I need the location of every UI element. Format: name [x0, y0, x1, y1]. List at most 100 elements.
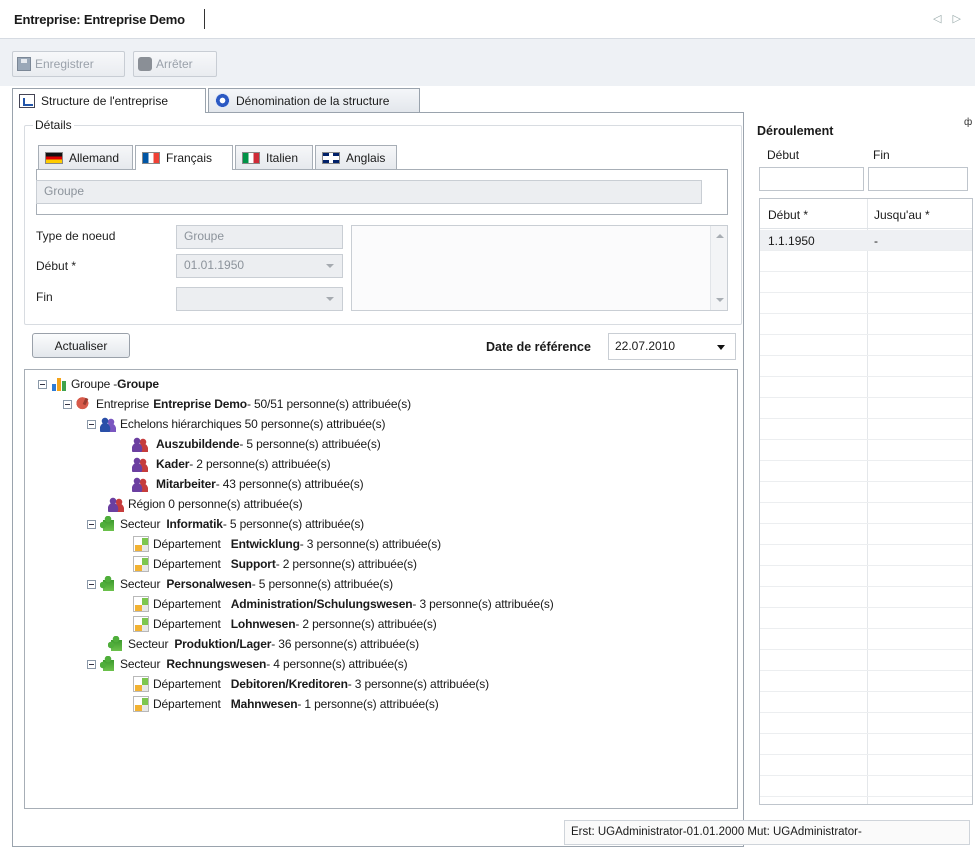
- tree-node-suffix: - 3 personne(s) attribuée(s): [347, 677, 489, 691]
- tree-node-suffix: - 5 personne(s) attribuée(s): [251, 577, 393, 591]
- table-row: [760, 251, 972, 272]
- tree-node[interactable]: Mitarbeiter - 43 personne(s) attribuée(s…: [132, 475, 364, 493]
- italian-flag-icon: [242, 151, 260, 164]
- table-row: [760, 398, 972, 419]
- tree-node-suffix: - 3 personne(s) attribuée(s): [299, 537, 441, 551]
- puzzle-icon: [100, 656, 116, 672]
- table-row: [760, 482, 972, 503]
- tab-structure[interactable]: Structure de l'entreprise: [12, 88, 206, 113]
- node-type-label: Type de noeud: [36, 229, 116, 243]
- tab-language-label: Allemand: [69, 150, 120, 165]
- hierarchy-people-icon: [100, 416, 116, 432]
- tab-structure-label: Structure de l'entreprise: [41, 94, 169, 108]
- collapse-toggle-icon[interactable]: [87, 419, 96, 429]
- disk-icon: [17, 57, 31, 71]
- tree-node[interactable]: Région 0 personne(s) attribuée(s): [108, 495, 303, 513]
- table-row: [760, 272, 972, 293]
- tree-node[interactable]: Département Lohnwesen - 2 personne(s) at…: [133, 615, 437, 633]
- start-date-value: 01.01.1950: [184, 258, 245, 272]
- stop-icon: [138, 57, 152, 71]
- tree-node-name: Rechnungswesen: [166, 657, 267, 671]
- tree-node-suffix: - 50/51 personne(s) attribuée(s): [246, 397, 411, 411]
- puzzle-icon: [100, 516, 116, 532]
- tree-node-suffix: - 5 personne(s) attribuée(s): [239, 437, 381, 451]
- node-type-field[interactable]: Groupe: [176, 225, 343, 249]
- tab-language-german[interactable]: Allemand: [38, 145, 133, 169]
- filter-start-input[interactable]: [759, 167, 864, 191]
- pin-icon[interactable]: ф: [964, 117, 972, 128]
- tree-node[interactable]: Echelons hiérarchiques 50 personne(s) at…: [87, 415, 385, 433]
- text-cursor: [204, 9, 205, 29]
- tab-denomination-label: Dénomination de la structure: [236, 93, 390, 108]
- table-row[interactable]: 1.1.1950 -: [760, 230, 972, 251]
- puzzle-icon: [100, 576, 116, 592]
- reference-date-picker[interactable]: 22.07.2010: [608, 333, 736, 360]
- people-icon: [132, 436, 148, 452]
- tree-node-prefix: Secteur: [128, 637, 169, 651]
- table-row: [760, 713, 972, 734]
- tree-node[interactable]: Secteur Informatik - 5 personne(s) attri…: [87, 515, 364, 533]
- scroll-down-icon[interactable]: [716, 298, 724, 302]
- tree-node[interactable]: Secteur Rechnungswesen - 4 personne(s) a…: [87, 655, 408, 673]
- chevron-down-icon[interactable]: [717, 345, 725, 350]
- tree-node[interactable]: Département Administration/Schulungswese…: [133, 595, 554, 613]
- tab-language-italian[interactable]: Italien: [235, 145, 313, 169]
- scrollbar[interactable]: [710, 226, 727, 310]
- tab-language-french[interactable]: Français: [135, 145, 233, 170]
- chevron-down-icon[interactable]: [326, 297, 334, 301]
- tree-node[interactable]: Groupe - Groupe: [38, 375, 159, 393]
- tree-node[interactable]: Auszubildende - 5 personne(s) attribuée(…: [132, 435, 381, 453]
- description-textarea[interactable]: [351, 225, 728, 311]
- tree-node[interactable]: Secteur Personalwesen - 5 personne(s) at…: [87, 575, 393, 593]
- tree-node-name: Kader: [156, 457, 190, 471]
- tree-node-prefix: Secteur: [120, 657, 161, 671]
- people-icon: [132, 456, 148, 472]
- column-header-start[interactable]: Début *: [768, 208, 808, 222]
- end-date-picker[interactable]: [176, 287, 343, 311]
- scroll-up-icon[interactable]: [716, 234, 724, 238]
- tab-denomination[interactable]: Dénomination de la structure: [208, 88, 420, 112]
- tree-node-suffix: - 1 personne(s) attribuée(s): [297, 697, 439, 711]
- collapse-toggle-icon[interactable]: [87, 579, 96, 589]
- people-icon: [108, 496, 124, 512]
- tree-node-prefix: Département: [153, 617, 221, 631]
- table-row: [760, 692, 972, 713]
- start-date-picker[interactable]: 01.01.1950: [176, 254, 343, 278]
- stop-button[interactable]: Arrêter: [133, 51, 217, 77]
- department-icon: [133, 536, 149, 552]
- tree-node-name: Personalwesen: [166, 577, 252, 591]
- collapse-toggle-icon[interactable]: [63, 399, 72, 409]
- tree-node[interactable]: Kader - 2 personne(s) attribuée(s): [132, 455, 331, 473]
- tree-node[interactable]: Département Entwicklung - 3 personne(s) …: [133, 535, 441, 553]
- collapse-toggle-icon[interactable]: [87, 659, 96, 669]
- chevron-down-icon[interactable]: [326, 264, 334, 268]
- timeline-title: Déroulement: [757, 124, 834, 138]
- tree-node[interactable]: Secteur Produktion/Lager - 36 personne(s…: [108, 635, 419, 653]
- tree-node-suffix: - 3 personne(s) attribuée(s): [412, 597, 554, 611]
- nav-arrows-icon[interactable]: ◁ ▷: [933, 12, 965, 25]
- audit-info: Erst: UGAdministrator-01.01.2000 Mut: UG…: [564, 820, 970, 845]
- tab-language-label: Italien: [266, 150, 299, 165]
- structure-name-field[interactable]: Groupe: [36, 180, 702, 204]
- filter-end-input[interactable]: [868, 167, 968, 191]
- tree-node-name: Produktion/Lager: [174, 637, 272, 651]
- tree-node[interactable]: Département Mahnwesen - 1 personne(s) at…: [133, 695, 439, 713]
- tree-node[interactable]: Département Debitoren/Kreditoren - 3 per…: [133, 675, 489, 693]
- tree-node-name: Entreprise Demo: [153, 397, 247, 411]
- collapse-toggle-icon[interactable]: [38, 379, 47, 389]
- table-cell: 1.1.1950: [768, 234, 815, 248]
- collapse-toggle-icon[interactable]: [87, 519, 96, 529]
- tab-language-english[interactable]: Anglais: [315, 145, 397, 169]
- table-row: [760, 377, 972, 398]
- end-date-label: Fin: [36, 290, 53, 304]
- tree-node-name: Groupe: [117, 377, 159, 391]
- tree-node-prefix: Département: [153, 677, 221, 691]
- table-row: [760, 587, 972, 608]
- refresh-button[interactable]: Actualiser: [32, 333, 130, 358]
- tree-node[interactable]: Département Support - 2 personne(s) attr…: [133, 555, 417, 573]
- column-header-end[interactable]: Jusqu'au *: [874, 208, 930, 222]
- toolbar: Enregistrer Arrêter: [0, 38, 975, 86]
- tree-node[interactable]: Entreprise Entreprise Demo - 50/51 perso…: [63, 395, 411, 413]
- save-button[interactable]: Enregistrer: [12, 51, 125, 77]
- org-tree: Groupe - Groupe Entreprise Entreprise De…: [24, 369, 738, 809]
